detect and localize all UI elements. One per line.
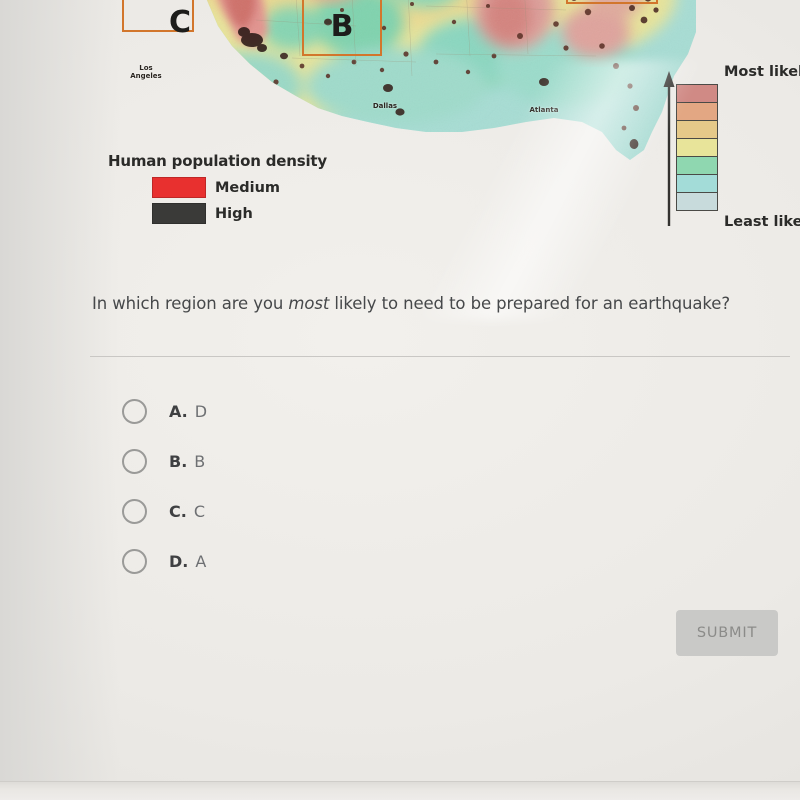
map-region-box-c: C bbox=[122, 0, 194, 40]
legend-label-high: High bbox=[215, 205, 253, 222]
scale-color-bands bbox=[676, 84, 718, 211]
question-emphasis: most bbox=[288, 294, 330, 313]
map-region-box-d bbox=[566, 0, 658, 4]
up-arrow-icon bbox=[663, 71, 675, 226]
legend-swatch-medium bbox=[152, 177, 206, 198]
legend-swatch-high bbox=[152, 203, 206, 224]
option-value-b: B bbox=[194, 451, 206, 471]
option-letter-a: A. bbox=[169, 401, 188, 421]
map-region-box-b: B bbox=[302, 0, 382, 56]
option-letter-d: D. bbox=[169, 551, 189, 571]
section-divider bbox=[90, 356, 790, 357]
answer-option-a[interactable]: A. D bbox=[122, 386, 502, 436]
scale-band-6 bbox=[677, 192, 717, 210]
option-value-d: A bbox=[195, 551, 207, 571]
question-prefix: In which region are you bbox=[92, 294, 289, 313]
legend-label-medium: Medium bbox=[215, 179, 281, 196]
option-letter-b: B. bbox=[169, 451, 188, 471]
answer-option-b[interactable]: B. B bbox=[122, 436, 502, 486]
legend-title: Human population density bbox=[108, 152, 327, 170]
scale-band-4 bbox=[677, 156, 717, 174]
region-label-c: C bbox=[168, 4, 192, 40]
region-label-b: B bbox=[330, 8, 354, 44]
option-letter-c: C. bbox=[169, 501, 187, 521]
city-label-dallas: Dallas bbox=[372, 102, 398, 110]
scale-band-1 bbox=[677, 102, 717, 120]
answer-options-list: A. D B. B C. C D. A bbox=[122, 386, 502, 586]
earthquake-likelihood-scale: Most likely Least likely bbox=[654, 62, 800, 238]
submit-button[interactable]: SUBMIT bbox=[676, 610, 778, 656]
legend-entry-high: High bbox=[108, 203, 348, 224]
city-label-atlanta: Atlanta bbox=[529, 106, 559, 114]
scale-band-0 bbox=[677, 85, 717, 102]
scale-band-5 bbox=[677, 174, 717, 192]
radio-button-d[interactable] bbox=[122, 548, 147, 574]
scale-caption-least-likely: Least likely bbox=[724, 214, 800, 230]
radio-button-b[interactable] bbox=[122, 448, 147, 474]
scale-band-2 bbox=[677, 120, 717, 138]
scale-caption-most-likely: Most likely bbox=[724, 64, 800, 80]
question-suffix: likely to need to be prepared for an ear… bbox=[329, 294, 731, 313]
option-value-a: D bbox=[194, 401, 208, 421]
answer-option-d[interactable]: D. A bbox=[122, 536, 502, 586]
radio-button-c[interactable] bbox=[122, 498, 147, 524]
city-label-los-angeles: Los Angeles bbox=[130, 64, 162, 81]
question-prompt: In which region are you most likely to n… bbox=[92, 294, 792, 313]
scale-band-3 bbox=[677, 138, 717, 156]
population-density-legend: Human population density Medium High bbox=[108, 152, 348, 229]
radio-button-a[interactable] bbox=[122, 398, 147, 424]
page-bottom-edge bbox=[0, 781, 800, 800]
answer-option-c[interactable]: C. C bbox=[122, 486, 502, 536]
legend-entry-medium: Medium bbox=[108, 177, 348, 198]
option-value-c: C bbox=[193, 501, 205, 521]
